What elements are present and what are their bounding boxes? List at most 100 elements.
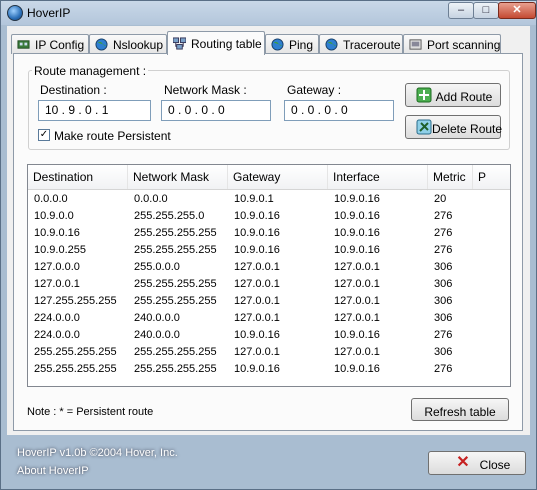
tab-routing-table[interactable]: Routing table (167, 31, 265, 55)
delete-route-label: Delete Route (432, 122, 503, 136)
cell-metric: 306 (434, 346, 453, 358)
column-header-persistent[interactable]: P (473, 165, 510, 189)
title-bar[interactable]: HoverIP – □ ✕ (1, 1, 536, 25)
cell-network-mask: 255.255.255.0 (134, 210, 205, 222)
cell-gateway: 127.0.0.1 (234, 261, 280, 273)
add-route-button[interactable]: Add Route (405, 83, 501, 107)
cell-interface: 127.0.0.1 (334, 295, 380, 307)
add-route-label: Add Route (435, 90, 493, 104)
table-row[interactable]: 10.9.0.255 255.255.255.255 10.9.0.16 10.9.0… (28, 242, 510, 259)
tab-ip-config[interactable]: IP Config (11, 34, 89, 54)
table-row[interactable]: 127.255.255.255 255.255.255.255 127.0.0.1 1… (28, 293, 510, 310)
tab-label: Nslookup (113, 38, 164, 52)
cell-interface: 127.0.0.1 (334, 278, 380, 290)
cell-network-mask: 255.255.255.255 (134, 227, 217, 239)
check-icon: ✓ (39, 129, 49, 140)
cell-network-mask: 255.255.255.255 (134, 363, 217, 375)
tab-ping[interactable]: Ping (265, 34, 319, 54)
delete-route-icon (416, 119, 432, 135)
table-row[interactable]: 0.0.0.0 0.0.0.0 10.9.0.1 10.9.0.16 20 (28, 191, 510, 208)
cell-interface: 10.9.0.16 (334, 227, 380, 239)
persistent-checkbox[interactable]: ✓ (38, 129, 50, 141)
close-window-button[interactable]: ✕ (498, 2, 536, 19)
globe-icon (325, 38, 338, 51)
minimize-button[interactable]: – (448, 2, 474, 19)
cell-network-mask: 240.0.0.0 (134, 312, 180, 324)
cell-destination: 0.0.0.0 (34, 193, 68, 205)
cell-gateway: 127.0.0.1 (234, 312, 280, 324)
add-route-icon (416, 87, 432, 103)
minimize-icon: – (457, 4, 465, 16)
cell-interface: 10.9.0.16 (334, 193, 380, 205)
column-header-interface[interactable]: Interface (328, 165, 428, 189)
cell-destination: 224.0.0.0 (34, 312, 80, 324)
tab-port-scanning[interactable]: Port scanning (403, 34, 501, 54)
maximize-icon: □ (482, 4, 490, 16)
refresh-table-button[interactable]: Refresh table (411, 398, 509, 421)
tab-label: Routing table (191, 37, 262, 51)
cell-destination: 10.9.0.255 (34, 244, 86, 256)
cell-destination: 127.255.255.255 (34, 295, 117, 307)
column-header-destination[interactable]: Destination (28, 165, 128, 189)
cell-gateway: 127.0.0.1 (234, 346, 280, 358)
cell-metric: 306 (434, 312, 453, 324)
delete-route-button[interactable]: Delete Route (405, 115, 503, 139)
cell-interface: 10.9.0.16 (334, 244, 380, 256)
globe-icon (271, 38, 284, 51)
refresh-table-label: Refresh table (424, 405, 496, 419)
close-icon: ✕ (512, 4, 522, 16)
cell-network-mask: 240.0.0.0 (134, 329, 180, 341)
cell-metric: 306 (434, 278, 453, 290)
cell-metric: 276 (434, 329, 453, 341)
cell-interface: 127.0.0.1 (334, 261, 380, 273)
cell-gateway: 127.0.0.1 (234, 278, 280, 290)
cell-network-mask: 255.255.255.255 (134, 346, 217, 358)
gateway-label: Gateway : (287, 83, 342, 97)
tab-label: Traceroute (343, 38, 401, 52)
table-row[interactable]: 255.255.255.255 255.255.255.255 127.0.0.1 1… (28, 344, 510, 361)
cell-destination: 127.0.0.0 (34, 261, 80, 273)
column-header-gateway[interactable]: Gateway (228, 165, 328, 189)
cell-gateway: 10.9.0.16 (234, 329, 280, 341)
cell-interface: 10.9.0.16 (334, 363, 380, 375)
window-title: HoverIP (27, 6, 71, 20)
table-row[interactable]: 255.255.255.255 255.255.255.255 10.9.0.16 1… (28, 361, 510, 378)
cell-gateway: 10.9.0.16 (234, 227, 280, 239)
destination-label: Destination : (40, 83, 107, 97)
network-mask-ip-input[interactable]: 0 . 0 . 0 . 0 (161, 100, 271, 121)
close-button[interactable]: ✕ Close (428, 451, 526, 475)
cell-interface: 127.0.0.1 (334, 312, 380, 324)
cell-interface: 10.9.0.16 (334, 329, 380, 341)
cell-interface: 10.9.0.16 (334, 210, 380, 222)
tab-nslookup[interactable]: Nslookup (89, 34, 167, 54)
network-computers-icon (173, 37, 186, 50)
routing-table-list[interactable]: Destination Network Mask Gateway Interfa… (27, 164, 511, 387)
tab-traceroute[interactable]: Traceroute (319, 34, 403, 54)
column-header-network-mask[interactable]: Network Mask (128, 165, 228, 189)
cell-metric: 306 (434, 261, 453, 273)
column-header-metric[interactable]: Metric (428, 165, 473, 189)
about-link[interactable]: About HoverIP (17, 465, 89, 477)
cell-destination: 10.9.0.16 (34, 227, 80, 239)
cell-metric: 276 (434, 210, 453, 222)
tab-label: IP Config (35, 38, 85, 52)
copyright-text: HoverIP v1.0b ©2004 Hover, Inc. (17, 447, 178, 459)
close-button-label: Close (479, 458, 511, 472)
table-row[interactable]: 127.0.0.1 255.255.255.255 127.0.0.1 127.0.0… (28, 276, 510, 293)
table-row[interactable]: 127.0.0.0 255.0.0.0 127.0.0.1 127.0.0.1 306 (28, 259, 510, 276)
maximize-button[interactable]: □ (473, 2, 499, 19)
cell-metric: 276 (434, 244, 453, 256)
cell-network-mask: 255.255.255.255 (134, 295, 217, 307)
table-row[interactable]: 10.9.0.0 255.255.255.0 10.9.0.16 10.9.0.16 2… (28, 208, 510, 225)
cell-gateway: 10.9.0.16 (234, 363, 280, 375)
cell-destination: 10.9.0.0 (34, 210, 74, 222)
cell-destination: 224.0.0.0 (34, 329, 80, 341)
app-window: HoverIP – □ ✕ IP Config Nslookup Routing… (0, 0, 537, 490)
persistent-checkbox-label[interactable]: Make route Persistent (54, 129, 171, 143)
cell-network-mask: 255.0.0.0 (134, 261, 180, 273)
gateway-ip-input[interactable]: 0 . 0 . 0 . 0 (284, 100, 394, 121)
destination-ip-input[interactable]: 10 . 9 . 0 . 1 (38, 100, 151, 121)
table-row[interactable]: 224.0.0.0 240.0.0.0 127.0.0.1 127.0.0.1 306 (28, 310, 510, 327)
table-row[interactable]: 224.0.0.0 240.0.0.0 10.9.0.16 10.9.0.16 276 (28, 327, 510, 344)
table-row[interactable]: 10.9.0.16 255.255.255.255 10.9.0.16 10.9.0.… (28, 225, 510, 242)
